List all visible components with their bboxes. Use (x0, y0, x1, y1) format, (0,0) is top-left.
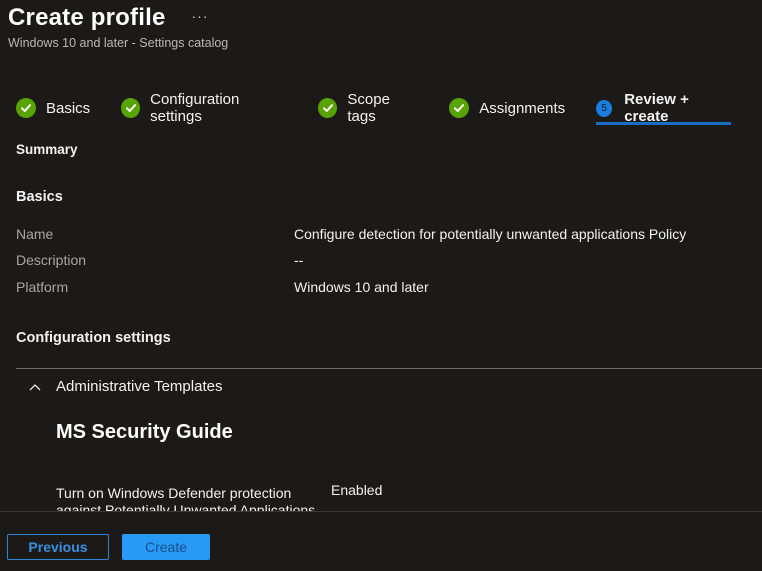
footer-bar: Previous Create (0, 511, 762, 571)
administrative-templates-accordion[interactable]: Administrative Templates (28, 378, 222, 395)
field-value: Windows 10 and later (294, 279, 429, 295)
step-label: Assignments (479, 99, 566, 117)
page-title: Create profile (8, 4, 166, 31)
check-circle-icon (449, 98, 470, 118)
basics-heading: Basics (16, 189, 63, 205)
configuration-settings-heading: Configuration settings (16, 330, 171, 346)
setting-name: Turn on Windows Defender protection agai… (56, 485, 316, 511)
accordion-label: Administrative Templates (56, 378, 223, 395)
tab-basics[interactable]: Basics (16, 96, 90, 128)
step-label: Configuration settings (150, 91, 240, 125)
check-circle-icon (16, 98, 36, 118)
step-label: Scope tags (347, 91, 390, 125)
summary-heading: Summary (16, 142, 78, 157)
setting-row: Turn on Windows Defender protection agai… (56, 485, 736, 511)
field-label: Platform (16, 279, 69, 295)
step-number-badge: 5 (596, 99, 613, 117)
page-header: Create profile ··· Windows 10 and later … (8, 4, 228, 50)
basics-row-description: Description -- (16, 252, 736, 268)
page-subtitle: Windows 10 and later - Settings catalog (8, 36, 229, 50)
step-label: Basics (46, 99, 91, 117)
section-divider (16, 368, 762, 369)
field-label: Description (16, 252, 87, 268)
tab-configuration-settings[interactable]: Configuration settings (121, 91, 287, 128)
tab-scope-tags[interactable]: Scope tags (318, 91, 418, 128)
tab-assignments[interactable]: Assignments (449, 96, 565, 128)
title-row: Create profile ··· (8, 4, 228, 32)
field-value: -- (294, 252, 304, 268)
check-circle-icon (318, 98, 338, 118)
field-label: Name (16, 226, 54, 242)
category-heading: MS Security Guide (56, 421, 233, 443)
step-label: Review + create (624, 91, 689, 125)
chevron-up-icon (29, 383, 41, 390)
more-options-button[interactable]: ··· (192, 8, 209, 24)
basics-row-name: Name Configure detection for potentially… (16, 226, 736, 242)
field-value: Configure detection for potentially unwa… (294, 226, 687, 242)
basics-row-platform: Platform Windows 10 and later (16, 279, 736, 295)
tab-review-create[interactable]: 5 Review + create (596, 91, 731, 128)
wizard-steps: Basics Configuration settings Scope tags… (16, 91, 762, 128)
check-circle-icon (121, 98, 141, 118)
previous-button[interactable]: Previous (7, 534, 109, 560)
setting-value: Enabled (331, 485, 383, 498)
create-button[interactable]: Create (122, 534, 210, 560)
